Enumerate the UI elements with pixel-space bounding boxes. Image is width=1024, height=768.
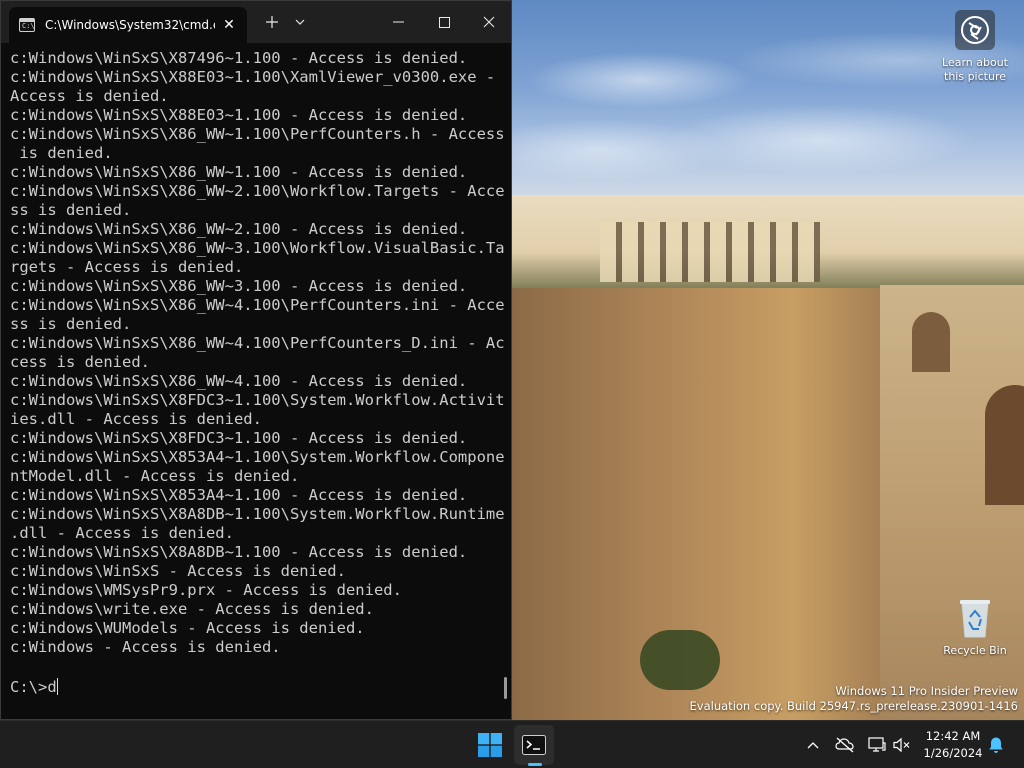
system-clock[interactable]: 12:42 AM 1/26/2024 <box>918 728 988 762</box>
console-line: ss is denied. <box>10 315 132 333</box>
bell-icon <box>989 737 1003 753</box>
console-line: Access is denied. <box>10 87 169 105</box>
terminal-tab[interactable]: C:\ C:\Windows\System32\cmd.e ✕ <box>9 7 247 43</box>
console-line: c:Windows - Access is denied. <box>10 638 281 656</box>
chevron-down-icon <box>295 19 305 25</box>
display-button[interactable] <box>864 721 890 768</box>
close-button[interactable] <box>467 1 511 43</box>
network-off-icon <box>835 737 854 753</box>
console-line: c:Windows\WinSxS\X8FDC3~1.100 - Access i… <box>10 429 468 447</box>
maximize-icon <box>438 16 450 28</box>
network-status-button[interactable] <box>832 721 858 768</box>
tab-title: C:\Windows\System32\cmd.e <box>45 18 215 32</box>
console-line: c:Windows\WinSxS\X86_WW~1.100\PerfCounte… <box>10 125 505 143</box>
camera-icon <box>955 10 995 50</box>
taskbar: 12:42 AM 1/26/2024 <box>0 720 1024 768</box>
new-tab-button[interactable] <box>259 1 285 43</box>
console-line: c:Windows\WinSxS\X853A4~1.100\System.Wor… <box>10 448 505 466</box>
chevron-up-icon <box>807 742 819 749</box>
console-line: c:Windows\WinSxS\X86_WW~4.100\PerfCounte… <box>10 296 505 314</box>
learn-about-picture-label: Learn about this picture <box>942 56 1008 83</box>
console-line: c:Windows\WMSysPr9.prx - Access is denie… <box>10 581 402 599</box>
terminal-taskbar-button[interactable] <box>514 725 554 765</box>
console-line: c:Windows\WinSxS\X8FDC3~1.100\System.Wor… <box>10 391 505 409</box>
scrollbar-thumb[interactable] <box>504 677 507 699</box>
console-line: c:Windows\WinSxS\X86_WW~3.100\Workflow.V… <box>10 239 505 257</box>
wallpaper-bridge-arch-small <box>912 312 950 372</box>
console-line: c:Windows\WinSxS\X86_WW~3.100 - Access i… <box>10 277 468 295</box>
display-icon <box>868 737 886 752</box>
text-cursor <box>56 678 58 695</box>
recycle-bin-icon <box>955 596 995 640</box>
minimize-button[interactable] <box>375 1 421 43</box>
console-line: c:Windows\WinSxS\X86_WW~2.100\Workflow.T… <box>10 182 505 200</box>
console-line: c:Windows\WinSxS\X88E03~1.100 - Access i… <box>10 106 468 124</box>
console-line: c:Windows\WinSxS\X8A8DB~1.100\System.Wor… <box>10 505 505 523</box>
console-line: c:Windows\WinSxS\X86_WW~2.100 - Access i… <box>10 220 468 238</box>
terminal-titlebar[interactable]: C:\ C:\Windows\System32\cmd.e ✕ <box>1 1 511 43</box>
show-hidden-icons-button[interactable] <box>802 721 824 768</box>
cmd-icon: C:\ <box>19 18 35 32</box>
console-line: is denied. <box>10 144 113 162</box>
wallpaper-bridge-arch <box>985 385 1024 505</box>
watermark-edition: Windows 11 Pro Insider Preview <box>835 684 1018 698</box>
console-line: c:Windows\WUModels - Access is denied. <box>10 619 365 637</box>
tab-dropdown-button[interactable] <box>289 1 311 43</box>
console-line: c:Windows\WinSxS\X88E03~1.100\XamlViewer… <box>10 68 496 86</box>
recycle-bin-label: Recycle Bin <box>943 644 1007 657</box>
console-line: c:Windows\WinSxS\X853A4~1.100 - Access i… <box>10 486 468 504</box>
watermark-build: Evaluation copy. Build 25947.rs_prerelea… <box>689 699 1018 713</box>
console-line: ies.dll - Access is denied. <box>10 410 262 428</box>
terminal-window[interactable]: C:\ C:\Windows\System32\cmd.e ✕ c:Window… <box>0 0 512 720</box>
console-line: ss is denied. <box>10 201 132 219</box>
tab-close-icon[interactable]: ✕ <box>219 17 239 33</box>
recycle-bin-shortcut[interactable]: Recycle Bin <box>936 596 1014 658</box>
command-prompt[interactable]: C:\>d <box>10 678 58 697</box>
notifications-button[interactable] <box>984 721 1008 768</box>
plus-icon <box>266 16 278 28</box>
windows-logo-icon <box>478 733 502 757</box>
console-line: c:Windows\WinSxS\X86_WW~4.100 - Access i… <box>10 372 468 390</box>
clock-time: 12:42 AM <box>925 729 981 743</box>
console-line: c:Windows\WinSxS\X86_WW~1.100 - Access i… <box>10 163 468 181</box>
console-line: c:Windows\WinSxS\X86_WW~4.100\PerfCounte… <box>10 334 505 352</box>
volume-muted-icon <box>893 737 910 753</box>
minimize-icon <box>392 21 404 23</box>
running-indicator <box>528 763 542 766</box>
console-line: c:Windows\write.exe - Access is denied. <box>10 600 374 618</box>
console-line: c:Windows\WinSxS\X87496~1.100 - Access i… <box>10 49 468 67</box>
console-line: c:Windows\WinSxS\X8A8DB~1.100 - Access i… <box>10 543 468 561</box>
maximize-button[interactable] <box>421 1 467 43</box>
volume-button[interactable] <box>890 721 914 768</box>
console-line: rgets - Access is denied. <box>10 258 244 276</box>
prompt-text: C:\>d <box>10 678 57 696</box>
terminal-icon <box>522 735 546 755</box>
clock-date: 1/26/2024 <box>923 746 983 760</box>
console-line: cess is denied. <box>10 353 150 371</box>
wallpaper-shrub <box>640 630 720 690</box>
console-line: ntModel.dll - Access is denied. <box>10 467 300 485</box>
wallpaper-buildings <box>600 222 820 282</box>
console-output[interactable]: c:Windows\WinSxS\X87496~1.100 - Access i… <box>10 49 505 709</box>
close-icon <box>483 16 495 28</box>
windows-watermark: Windows 11 Pro Insider Preview Evaluatio… <box>690 684 1018 714</box>
learn-about-picture-shortcut[interactable]: Learn about this picture <box>936 10 1014 84</box>
console-line: .dll - Access is denied. <box>10 524 234 542</box>
console-line: c:Windows\WinSxS - Access is denied. <box>10 562 346 580</box>
start-button[interactable] <box>470 725 510 765</box>
